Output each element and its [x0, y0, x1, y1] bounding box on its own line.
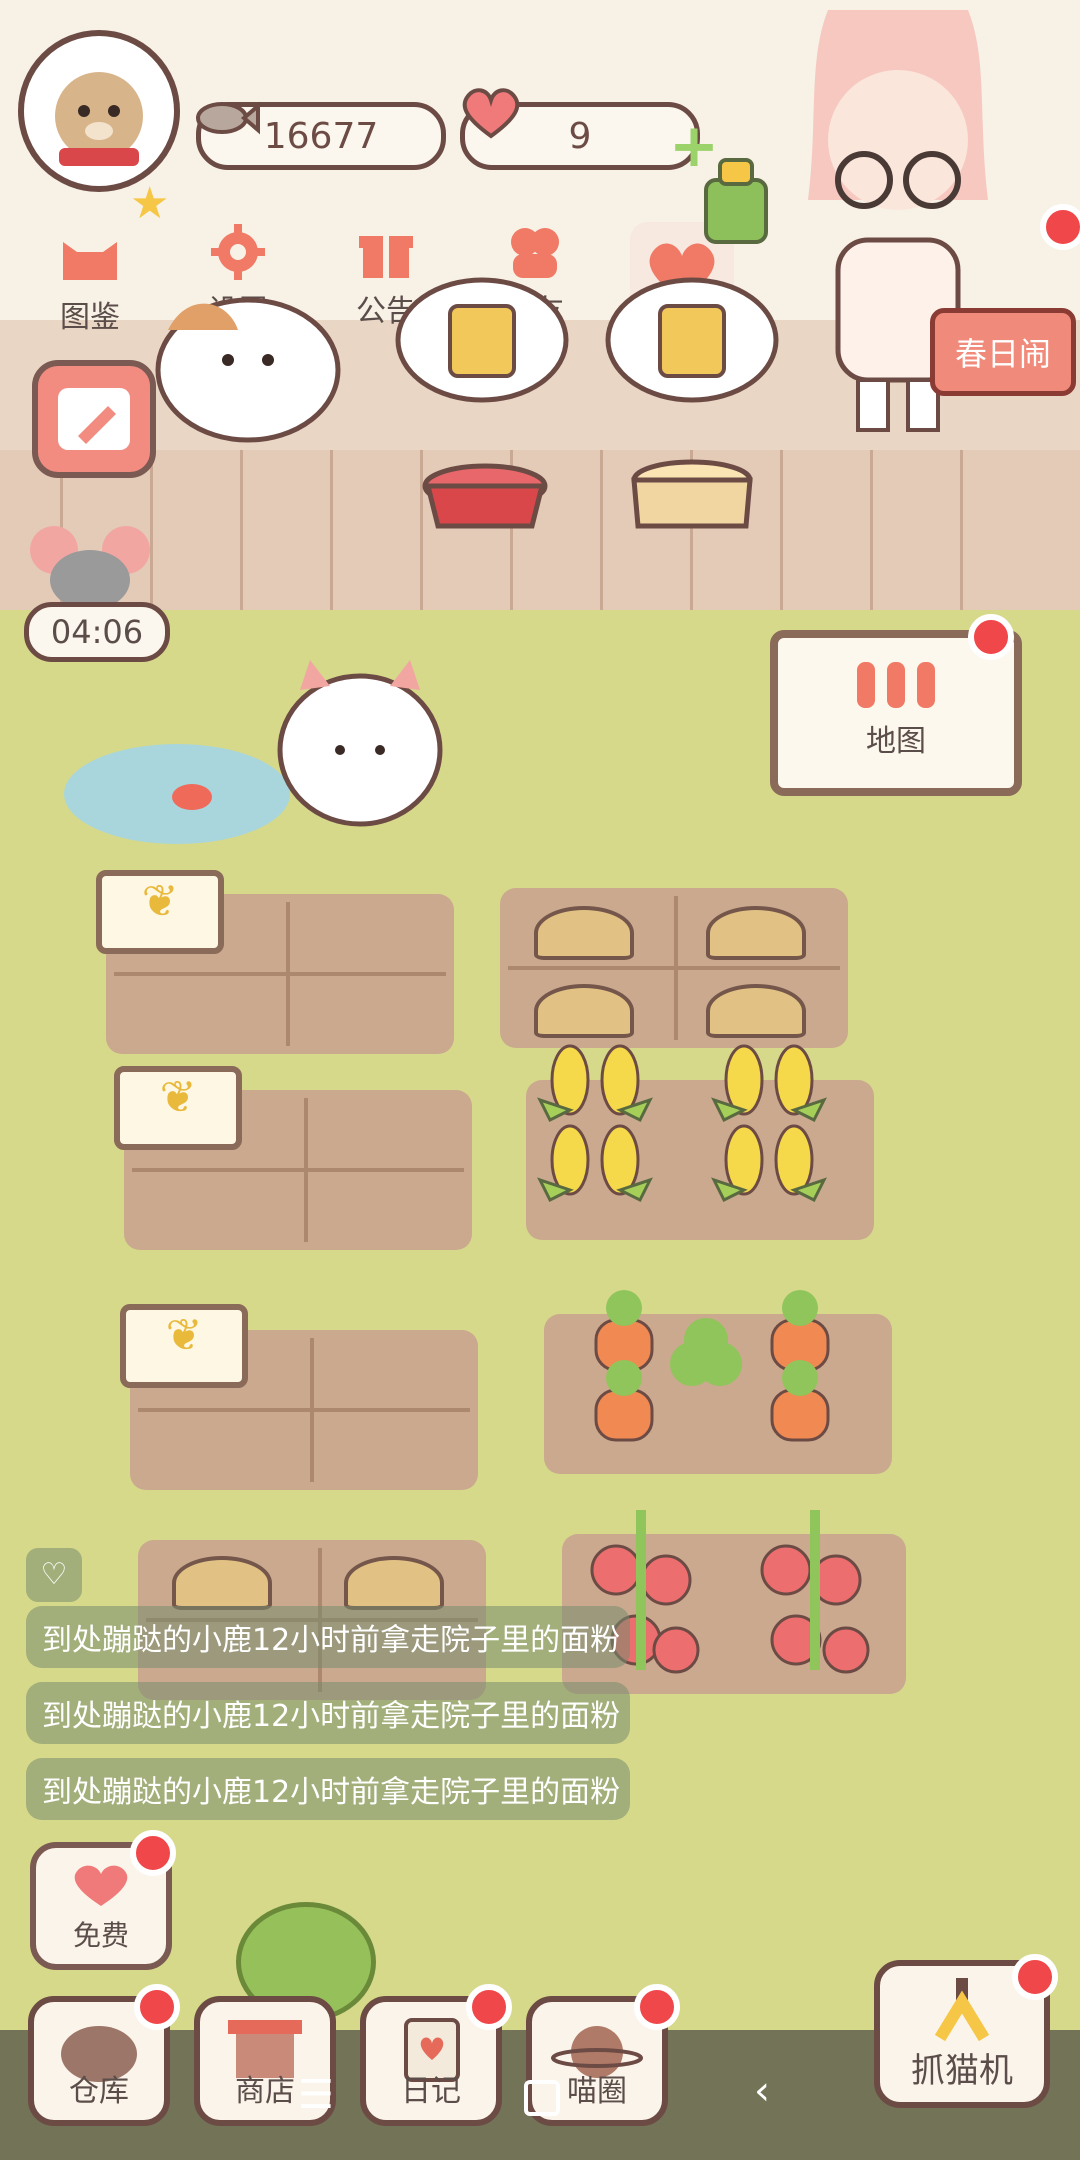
gift-bag-icon[interactable] [696, 150, 776, 250]
food-bowl-red[interactable] [418, 456, 552, 534]
heart-icon [74, 1865, 128, 1906]
wheat-sign-2[interactable]: ❦ [114, 1066, 242, 1150]
fishing-cat[interactable] [270, 650, 450, 830]
wheat-icon: ❦ [165, 1310, 203, 1361]
heart-icon [456, 82, 526, 146]
diary-badge [466, 1984, 512, 2030]
map-badge [968, 614, 1014, 660]
event-label: 春日闹 [954, 335, 1051, 373]
corn-crops [530, 1040, 870, 1240]
chat-toggle-button[interactable]: ♡ [26, 1548, 82, 1602]
mouse-icon [30, 520, 150, 610]
nav-label-claw-machine: 抓猫机 [911, 2051, 1013, 2091]
calendar-button[interactable] [32, 360, 156, 478]
wheat-sign-3[interactable]: ❦ [120, 1304, 248, 1388]
wheat-sign-1[interactable]: ❦ [96, 870, 224, 954]
potato-icon [706, 984, 806, 1038]
potato-icon [534, 906, 634, 960]
fishing-float [172, 784, 212, 810]
potato-icon [344, 1556, 444, 1610]
home-icon[interactable] [524, 2080, 560, 2116]
menu-label-collection: 图鉴 [60, 300, 120, 335]
wheat-icon: ❦ [141, 876, 179, 927]
hearts-count: 9 [568, 115, 592, 157]
player-avatar[interactable] [18, 30, 180, 192]
potato-icon [172, 1556, 272, 1610]
fence-icon [857, 662, 935, 708]
event-badge [1040, 204, 1080, 250]
message-text: 到处蹦跶的小鹿12小时前拿走院子里的面粉 [42, 1699, 621, 1734]
free-label: 免费 [72, 1919, 129, 1952]
timer-pill: 04:06 [24, 602, 170, 662]
fish-icon [190, 86, 260, 150]
message-item-3: 到处蹦跶的小鹿12小时前拿走院子里的面粉 [26, 1758, 630, 1820]
warehouse-badge [134, 1984, 180, 2030]
food-bubble-2[interactable] [604, 276, 780, 416]
back-icon[interactable]: ‹ [754, 2068, 770, 2114]
message-item-1: 到处蹦跶的小鹿12小时前拿走院子里的面粉 [26, 1606, 630, 1668]
potato-plot[interactable] [500, 888, 848, 1048]
fish-count: 16677 [263, 115, 379, 157]
message-text: 到处蹦跶的小鹿12小时前拿走院子里的面粉 [42, 1623, 621, 1658]
claw-badge [1012, 1954, 1058, 2000]
map-label: 地图 [866, 724, 926, 759]
friends-icon [499, 224, 569, 280]
carrot-crops [580, 1280, 880, 1450]
menu-item-collection[interactable]: 图鉴 [30, 230, 150, 336]
star-icon: ★ [130, 178, 170, 229]
food-bowl-wooden[interactable] [630, 456, 754, 540]
potato-icon [534, 984, 634, 1038]
free-badge [130, 1830, 176, 1876]
message-item-2: 到处蹦跶的小鹿12小时前拿走院子里的面粉 [26, 1682, 630, 1744]
calico-cat[interactable] [148, 270, 368, 450]
recent-apps-icon[interactable]: ☰ [298, 2072, 334, 2118]
wheat-icon: ❦ [159, 1072, 197, 1123]
event-button[interactable]: 春日闹 [930, 308, 1076, 396]
message-text: 到处蹦跶的小鹿12小时前拿走院子里的面粉 [42, 1775, 621, 1810]
timer-value: 04:06 [50, 613, 144, 651]
cat-head-icon [55, 230, 125, 286]
potato-icon [706, 906, 806, 960]
nav-label-diary: 日记 [401, 2074, 461, 2109]
food-bubble-1[interactable] [394, 276, 570, 416]
cat-circle-badge [634, 1984, 680, 2030]
nav-label-warehouse: 仓库 [69, 2074, 129, 2109]
